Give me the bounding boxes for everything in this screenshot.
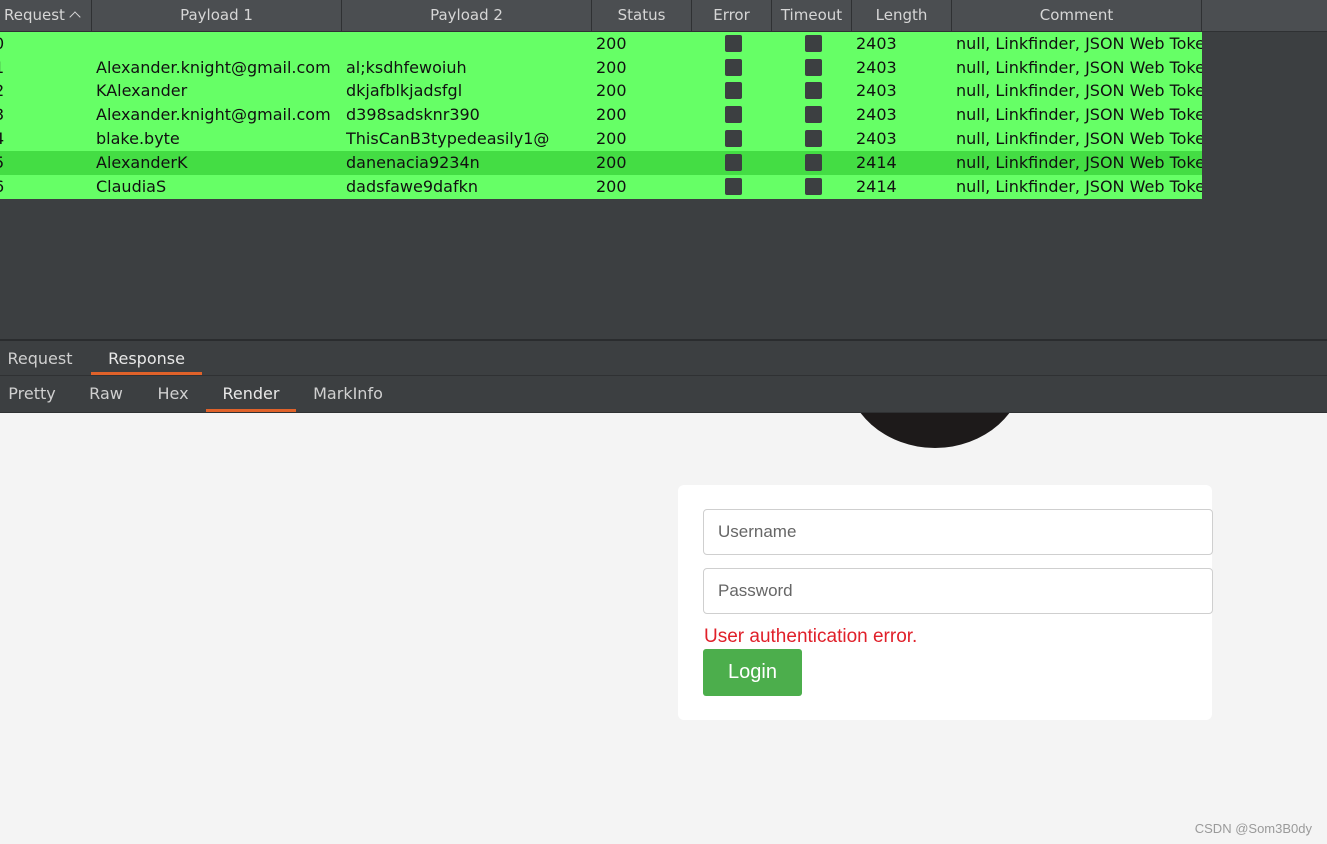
- timeout-checkbox[interactable]: [805, 154, 822, 171]
- error-checkbox[interactable]: [725, 106, 742, 123]
- cell-status: 200: [596, 34, 627, 53]
- tab-pretty[interactable]: Pretty: [0, 376, 64, 412]
- error-checkbox[interactable]: [725, 35, 742, 52]
- cell-payload1: Alexander.knight@gmail.com: [96, 58, 331, 77]
- table-row[interactable]: 0 200 2403 null, Linkfinder, JSON Web To…: [0, 32, 1202, 56]
- cell-length: 2403: [856, 105, 897, 124]
- cell-payload1: AlexanderK: [96, 153, 188, 172]
- timeout-checkbox[interactable]: [805, 82, 822, 99]
- column-header-timeout[interactable]: Timeout: [772, 0, 852, 31]
- tab-render[interactable]: Render: [206, 376, 296, 412]
- tab-hex[interactable]: Hex: [148, 376, 198, 412]
- cell-length: 2403: [856, 34, 897, 53]
- cell-length: 2403: [856, 58, 897, 77]
- error-checkbox[interactable]: [725, 154, 742, 171]
- cell-status: 200: [596, 58, 627, 77]
- cell-length: 2414: [856, 153, 897, 172]
- cell-status: 200: [596, 129, 627, 148]
- view-tabs: Pretty Raw Hex Render MarkInfo: [0, 376, 1327, 413]
- timeout-checkbox[interactable]: [805, 106, 822, 123]
- cell-comment: null, Linkfinder, JSON Web Token: [956, 153, 1202, 172]
- table-row[interactable]: 3 Alexander.knight@gmail.com d398sadsknr…: [0, 103, 1202, 127]
- cell-payload1: KAlexander: [96, 81, 188, 100]
- cell-request: 0: [0, 32, 34, 56]
- auth-error-message: User authentication error.: [704, 626, 918, 647]
- table-row-selected[interactable]: 5 AlexanderK danenacia9234n 200 2414 nul…: [0, 151, 1202, 175]
- password-input[interactable]: [703, 568, 1213, 614]
- cell-request: 4: [0, 127, 34, 151]
- error-checkbox[interactable]: [725, 82, 742, 99]
- column-header-comment[interactable]: Comment: [952, 0, 1202, 31]
- column-header-status[interactable]: Status: [592, 0, 692, 31]
- error-checkbox[interactable]: [725, 178, 742, 195]
- cell-payload2: [346, 32, 586, 56]
- cell-status: 200: [596, 177, 627, 196]
- message-tabs: Request Response: [0, 341, 1327, 376]
- results-table-panel: Request Payload 1 Payload 2 Status Error…: [0, 0, 1327, 340]
- table-row[interactable]: 4 blake.byte ThisCanB3typedeasily1@ 200 …: [0, 127, 1202, 151]
- cell-comment: null, Linkfinder, JSON Web Token: [956, 34, 1202, 53]
- cell-payload2: danenacia9234n: [346, 153, 480, 172]
- render-view: User authentication error. Login CSDN @S…: [0, 413, 1327, 844]
- cell-status: 200: [596, 105, 627, 124]
- cell-comment: null, Linkfinder, JSON Web Token: [956, 105, 1202, 124]
- column-header-request[interactable]: Request: [0, 0, 92, 31]
- cell-length: 2414: [856, 177, 897, 196]
- table-header: Request Payload 1 Payload 2 Status Error…: [0, 0, 1327, 32]
- timeout-checkbox[interactable]: [805, 35, 822, 52]
- tab-raw[interactable]: Raw: [80, 376, 132, 412]
- chevron-up-icon: [69, 11, 81, 23]
- column-header-payload2[interactable]: Payload 2: [342, 0, 592, 31]
- cell-status: 200: [596, 81, 627, 100]
- cell-comment: null, Linkfinder, JSON Web Token: [956, 129, 1202, 148]
- cell-payload2: dkjafblkjadsfgl: [346, 81, 463, 100]
- avatar-image: [845, 413, 1025, 448]
- cell-payload1: Alexander.knight@gmail.com: [96, 105, 331, 124]
- error-checkbox[interactable]: [725, 130, 742, 147]
- table-row[interactable]: 1 Alexander.knight@gmail.com al;ksdhfewo…: [0, 56, 1202, 80]
- cell-comment: null, Linkfinder, JSON Web Token: [956, 58, 1202, 77]
- cell-payload1: [96, 32, 336, 56]
- login-button[interactable]: Login: [703, 649, 802, 696]
- table-row[interactable]: 6 ClaudiaS dadsfawe9dafkn 200 2414 null,…: [0, 175, 1202, 199]
- cell-request: 5: [0, 151, 34, 175]
- timeout-checkbox[interactable]: [805, 178, 822, 195]
- cell-length: 2403: [856, 81, 897, 100]
- cell-payload2: dadsfawe9dafkn: [346, 177, 478, 196]
- watermark: CSDN @Som3B0dy: [1194, 821, 1312, 836]
- tab-request[interactable]: Request: [0, 341, 80, 375]
- tab-response[interactable]: Response: [91, 341, 202, 375]
- cell-request: 2: [0, 79, 34, 103]
- column-header-error[interactable]: Error: [692, 0, 772, 31]
- column-header-length[interactable]: Length: [852, 0, 952, 31]
- login-card: User authentication error. Login: [678, 485, 1213, 720]
- tab-markinfo[interactable]: MarkInfo: [306, 376, 390, 412]
- cell-comment: null, Linkfinder, JSON Web Token: [956, 81, 1202, 100]
- cell-request: 6: [0, 175, 34, 199]
- timeout-checkbox[interactable]: [805, 130, 822, 147]
- username-input[interactable]: [703, 509, 1213, 555]
- cell-payload2: d398sadsknr390: [346, 105, 480, 124]
- column-header-payload1[interactable]: Payload 1: [92, 0, 342, 31]
- timeout-checkbox[interactable]: [805, 59, 822, 76]
- cell-comment: null, Linkfinder, JSON Web Token: [956, 177, 1202, 196]
- cell-payload2: al;ksdhfewoiuh: [346, 58, 467, 77]
- cell-payload1: blake.byte: [96, 129, 180, 148]
- cell-payload1: ClaudiaS: [96, 177, 167, 196]
- cell-payload2: ThisCanB3typedeasily1@: [346, 129, 550, 148]
- table-row[interactable]: 2 KAlexander dkjafblkjadsfgl 200 2403 nu…: [0, 79, 1202, 103]
- cell-request: 1: [0, 56, 34, 80]
- cell-status: 200: [596, 153, 627, 172]
- cell-length: 2403: [856, 129, 897, 148]
- cell-request: 3: [0, 103, 34, 127]
- error-checkbox[interactable]: [725, 59, 742, 76]
